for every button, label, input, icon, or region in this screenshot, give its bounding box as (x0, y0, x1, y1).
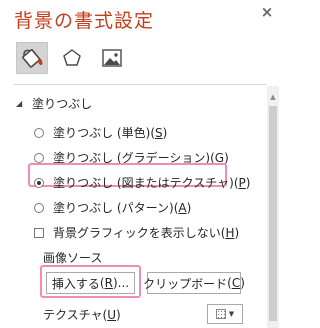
access-key: R (104, 276, 113, 290)
insert-button[interactable]: 挿入する(R)... (46, 272, 135, 294)
section-title: 塗りつぶし (32, 97, 93, 111)
collapse-triangle-icon: ◢ (16, 99, 23, 108)
paint-bucket-icon (22, 49, 43, 68)
close-icon: × (260, 3, 274, 21)
image-source-label: 画像ソース (43, 251, 103, 265)
radio-button[interactable] (34, 152, 44, 163)
tab-fill-line[interactable] (16, 42, 48, 74)
radio-button[interactable] (34, 127, 44, 138)
option-label: 塗りつぶし (単色) (53, 126, 151, 140)
close-button[interactable]: × (259, 2, 275, 22)
access-key: C (231, 276, 241, 290)
checkbox-label: 背景グラフィックを表示しない (53, 226, 221, 240)
radio-pattern-fill[interactable]: 塗りつぶし (パターン)(A) (34, 199, 191, 216)
option-label: 塗りつぶし (パターン) (53, 201, 174, 215)
access-key: H (225, 225, 235, 240)
radio-button[interactable] (34, 177, 44, 188)
tab-effects[interactable] (56, 42, 88, 74)
texture-swatch-icon (215, 309, 226, 319)
picture-icon (102, 49, 122, 67)
texture-label: テクスチャ(U) (43, 308, 121, 322)
texture-label-text: テクスチャ (43, 308, 103, 322)
insert-ellipsis: ... (117, 276, 130, 290)
chevron-down-icon: ▼ (228, 310, 235, 318)
checkbox[interactable] (34, 227, 44, 238)
scrollbar-thumb[interactable] (269, 106, 277, 321)
section-header-fill[interactable]: ◢ 塗りつぶし (16, 95, 92, 112)
pane-title: 背景の書式設定 (14, 10, 155, 32)
radio-solid-fill[interactable]: 塗りつぶし (単色)(S) (34, 124, 167, 141)
access-key: A (178, 200, 187, 215)
option-label: 塗りつぶし (図またはテクスチャ) (53, 176, 234, 190)
access-key: S (155, 125, 163, 140)
texture-dropdown[interactable]: ▼ (207, 304, 243, 324)
pentagon-icon (63, 49, 81, 66)
insert-label: 挿入する (51, 276, 100, 291)
tab-picture[interactable] (96, 42, 128, 74)
access-key: U (107, 308, 117, 322)
radio-button[interactable] (34, 202, 44, 213)
access-key: P (238, 175, 246, 190)
divider (14, 84, 266, 85)
scroll-up-arrow-icon[interactable]: ▲ (268, 92, 278, 102)
clipboard-label: クリップボード (143, 276, 228, 291)
clipboard-button[interactable]: クリップボード(C) (143, 272, 245, 294)
radio-picture-texture-fill[interactable]: 塗りつぶし (図またはテクスチャ)(P) (34, 174, 250, 191)
checkbox-hide-background-graphics[interactable]: 背景グラフィックを表示しない(H) (34, 224, 239, 241)
